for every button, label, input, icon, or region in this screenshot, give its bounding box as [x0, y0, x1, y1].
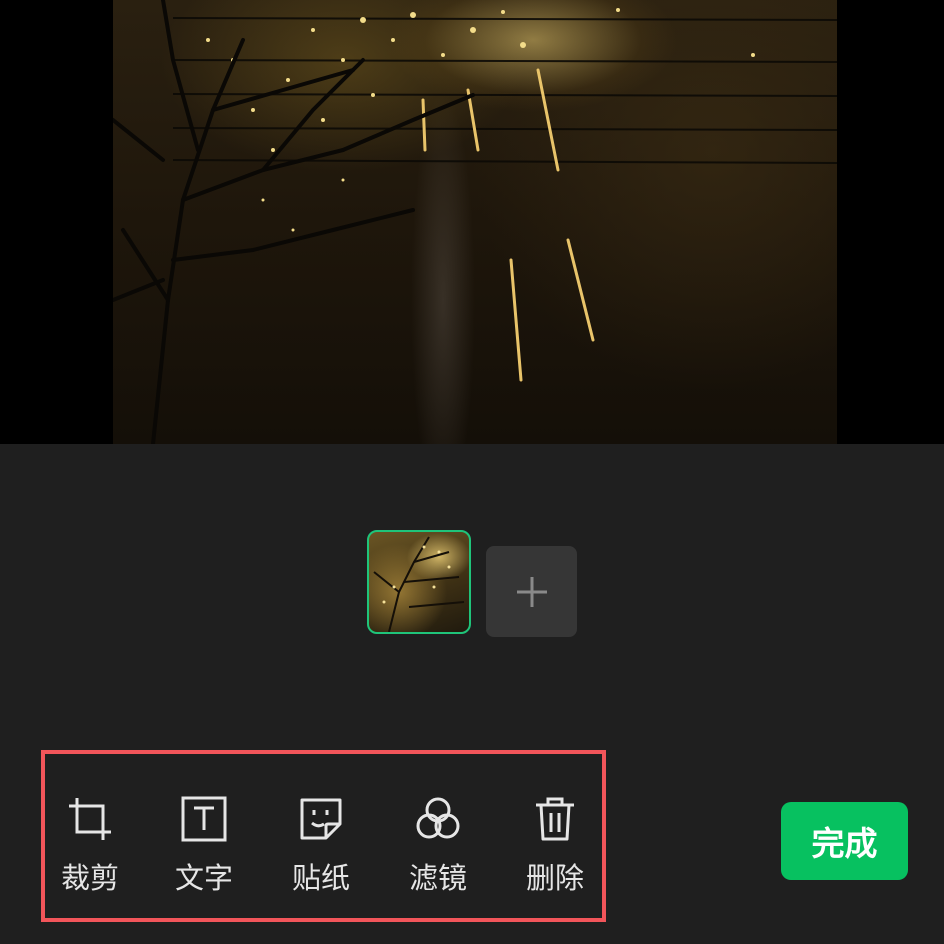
delete-label: 删除	[525, 861, 584, 895]
add-photo-button[interactable]	[486, 546, 577, 637]
filter-label: 滤镜	[408, 861, 467, 895]
done-button[interactable]: 完成	[781, 802, 908, 880]
sticker-label: 贴纸	[291, 861, 350, 895]
filter-tool[interactable]: 滤镜	[393, 788, 483, 898]
text-icon	[181, 796, 227, 842]
photo-thumbnail-selected[interactable]	[367, 530, 471, 634]
photo-preview-area	[0, 0, 944, 444]
filter-icon	[416, 797, 460, 839]
text-tool[interactable]: 文字	[159, 788, 249, 898]
photo-preview	[113, 0, 837, 444]
trash-icon	[536, 797, 574, 841]
edit-toolbar: 裁剪 文字 贴纸 滤镜 删除	[41, 750, 606, 922]
crop-label: 裁剪	[60, 861, 119, 895]
crop-tool[interactable]: 裁剪	[45, 788, 135, 898]
sticker-icon	[300, 798, 342, 840]
sticker-tool[interactable]: 贴纸	[276, 788, 366, 898]
plus-icon	[516, 576, 547, 607]
photo-scene	[113, 0, 837, 444]
thumbnail-scene	[373, 536, 465, 632]
text-label: 文字	[174, 861, 233, 895]
delete-tool[interactable]: 删除	[510, 788, 600, 898]
crop-icon	[69, 798, 111, 840]
